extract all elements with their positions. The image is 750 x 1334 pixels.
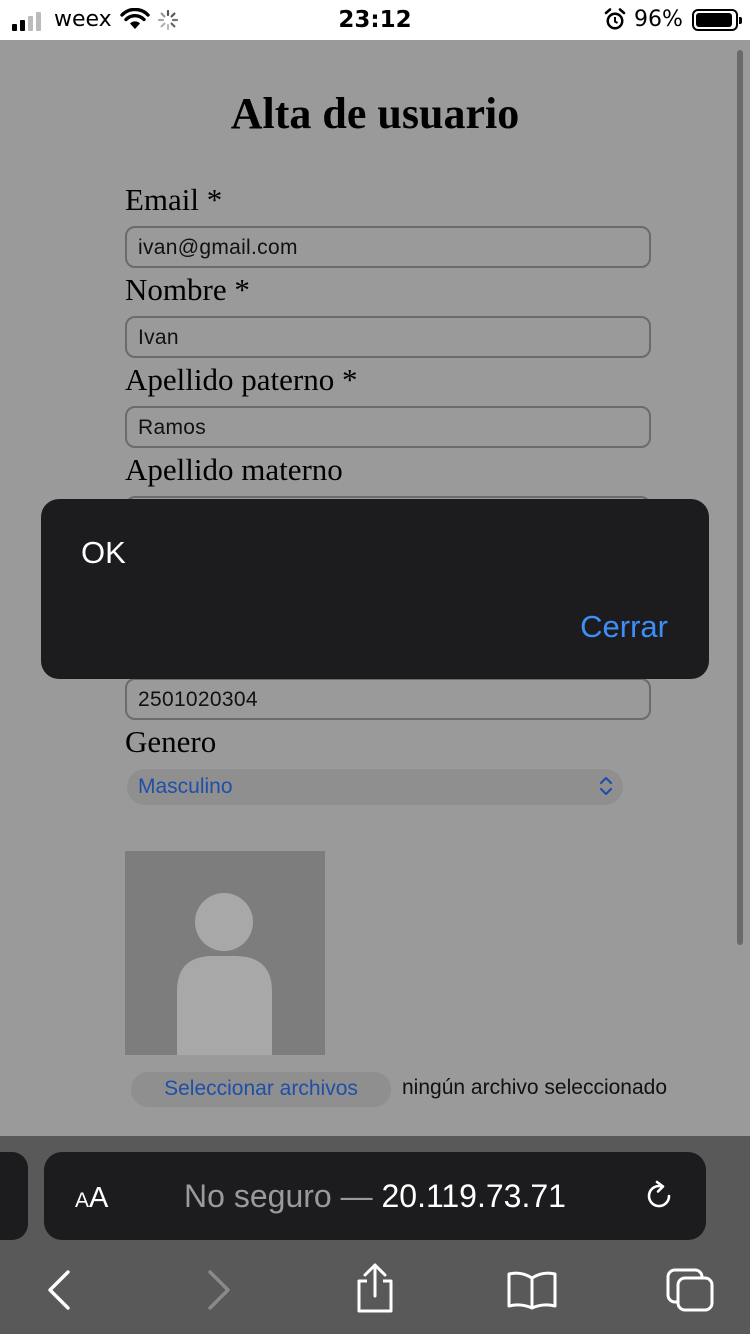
chevron-up-down-icon: [597, 773, 615, 805]
alert-dialog: OK Cerrar: [41, 499, 709, 679]
safari-bottom-bar: AA No seguro — 20.119.73.71: [0, 1136, 750, 1334]
close-button[interactable]: Cerrar: [580, 609, 668, 645]
email-field[interactable]: ivan@gmail.com: [125, 226, 651, 268]
apellido-materno-label: Apellido materno: [125, 452, 343, 487]
battery-percent: 96%: [634, 7, 683, 32]
url-display[interactable]: No seguro — 20.119.73.71: [44, 1178, 706, 1215]
nombre-field[interactable]: Ivan: [125, 316, 651, 358]
url-host: 20.119.73.71: [381, 1178, 566, 1214]
share-icon[interactable]: [354, 1262, 396, 1319]
avatar-placeholder: [125, 851, 325, 1055]
status-bar: weex 23:12 96%: [0, 0, 750, 40]
reload-icon[interactable]: [642, 1179, 676, 1218]
genero-selected-value: Masculino: [138, 775, 233, 798]
forward-icon[interactable]: [204, 1268, 234, 1317]
file-status-text: ningún archivo seleccionado: [402, 1076, 668, 1099]
battery-icon: [692, 9, 742, 31]
tabs-icon[interactable]: [664, 1266, 716, 1319]
not-secure-label: No seguro —: [184, 1178, 382, 1214]
address-bar[interactable]: AA No seguro — 20.119.73.71: [44, 1152, 706, 1240]
page-title: Alta de usuario: [230, 89, 520, 138]
apellido-paterno-label: Apellido paterno *: [125, 362, 358, 397]
nombre-label: Nombre *: [125, 272, 250, 307]
apellido-paterno-field[interactable]: Ramos: [125, 406, 651, 448]
select-files-button[interactable]: Seleccionar archivos: [131, 1072, 391, 1107]
telefono-field[interactable]: 2501020304: [125, 678, 651, 720]
page-scrollbar[interactable]: [737, 50, 743, 945]
alarm-icon: [604, 8, 626, 36]
user-silhouette-icon: [177, 893, 272, 1055]
back-icon[interactable]: [44, 1268, 74, 1317]
bookmarks-icon[interactable]: [506, 1270, 558, 1315]
alert-message: OK: [81, 535, 126, 570]
genero-select[interactable]: Masculino: [127, 769, 623, 805]
email-label: Email *: [125, 182, 223, 217]
genero-label: Genero: [125, 724, 217, 759]
previous-tab-peek[interactable]: [0, 1152, 28, 1240]
